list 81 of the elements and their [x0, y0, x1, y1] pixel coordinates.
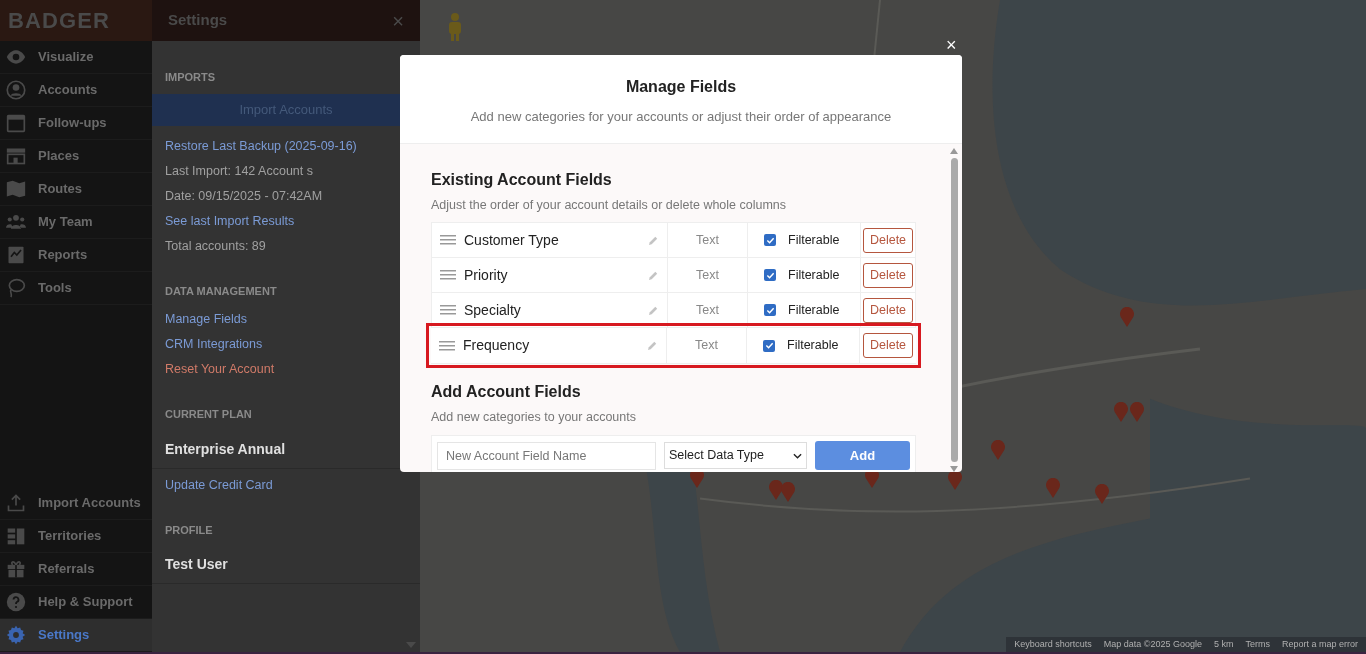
field-name: Customer Type	[464, 230, 560, 250]
filterable-label: Filterable	[788, 231, 840, 249]
field-type: Text	[668, 258, 748, 293]
section-heading: Add Account Fields	[431, 382, 582, 403]
reset-account-link[interactable]: Reset Your Account	[165, 357, 275, 382]
filterable-checkbox[interactable]	[764, 304, 776, 317]
drag-handle-icon[interactable]	[439, 340, 455, 351]
gift-icon	[6, 559, 26, 579]
attribution-text[interactable]: Report a map error	[1281, 637, 1358, 652]
team-icon	[6, 212, 26, 232]
filterable-label: Filterable	[788, 301, 840, 319]
filterable-label: Filterable	[787, 337, 839, 355]
nav-item[interactable]: Territories	[0, 520, 152, 553]
close-button[interactable]: ×	[392, 10, 404, 31]
section-heading: DATA MANAGEMENT	[165, 283, 278, 299]
pencil-icon[interactable]	[648, 234, 659, 246]
chevron-down-icon	[793, 452, 802, 459]
drag-handle-icon[interactable]	[440, 270, 456, 281]
pencil-icon[interactable]	[648, 304, 659, 316]
filterable-checkbox[interactable]	[764, 269, 776, 282]
delete-button[interactable]: Delete	[862, 297, 914, 323]
section-heading: Existing Account Fields	[431, 169, 613, 190]
import-info: Last Import: 142 Account s	[165, 162, 313, 180]
user-icon	[6, 80, 26, 100]
settings-link[interactable]: Manage Fields	[165, 307, 247, 332]
settings-icon	[6, 625, 26, 645]
field-name: Priority	[464, 265, 509, 285]
eye-icon	[6, 47, 26, 67]
field-type: Text	[668, 223, 748, 258]
nav-item[interactable]: Reports	[0, 239, 152, 272]
lasso-icon	[6, 278, 26, 298]
upload-icon	[6, 493, 26, 513]
field-name: Specialty	[464, 300, 522, 320]
attribution-text[interactable]: 5 km	[1213, 637, 1234, 652]
section-description: Adjust the order of your account details or delete whole columns	[431, 196, 788, 214]
attribution-text[interactable]: Terms	[1245, 637, 1270, 652]
store-icon	[6, 146, 26, 166]
field-type: Text	[667, 328, 747, 364]
drag-handle-icon[interactable]	[440, 305, 456, 316]
settings-link[interactable]: CRM Integrations	[165, 332, 263, 357]
settings-link[interactable]: See last Import Results	[165, 208, 295, 234]
delete-button[interactable]: Delete	[862, 333, 914, 359]
settings-title: Settings	[168, 10, 228, 31]
scrollbar[interactable]	[950, 147, 958, 472]
section-heading: IMPORTS	[165, 70, 217, 85]
section-heading: PROFILE	[165, 522, 214, 538]
import-info: Date: 09/15/2025 - 07:42AM	[165, 187, 323, 205]
add-button[interactable]: Add	[815, 441, 910, 470]
map-icon	[6, 179, 26, 199]
import-info: Total accounts: 89	[165, 237, 266, 255]
calendar-icon	[6, 113, 26, 133]
nav-item[interactable]: Visualize	[0, 41, 152, 74]
map-pin-icon[interactable]	[948, 470, 962, 490]
drag-handle-icon[interactable]	[440, 235, 456, 246]
nav-item[interactable]: Places	[0, 140, 152, 173]
nav-item[interactable]: Referrals	[0, 553, 152, 586]
nav-item[interactable]: Settings	[0, 619, 152, 652]
help-icon	[6, 592, 26, 612]
filterable-label: Filterable	[788, 266, 840, 284]
filterable-checkbox[interactable]	[763, 339, 775, 352]
pencil-icon[interactable]	[647, 340, 658, 352]
section-description: Add new categories to your accounts	[431, 409, 637, 427]
modal-close-button[interactable]: ×	[946, 36, 957, 54]
filterable-checkbox[interactable]	[764, 234, 776, 247]
data-type-select[interactable]: Select Data Type	[664, 442, 807, 469]
dialog-subtitle: Add new categories for your accounts or adjust their order of appearance	[470, 108, 892, 126]
settings-link[interactable]: Restore Last Backup (2025-09-16)	[165, 133, 357, 159]
logo: BADGER	[8, 7, 110, 35]
settings-link[interactable]: Update Credit Card	[165, 472, 273, 498]
attribution-text[interactable]: Map data ©2025 Google	[1103, 637, 1202, 652]
pencil-icon[interactable]	[648, 269, 659, 281]
dialog-title: Manage Fields	[625, 77, 737, 97]
field-name: Frequency	[463, 336, 531, 356]
section-heading: CURRENT PLAN	[165, 407, 253, 422]
chart-icon	[6, 245, 26, 265]
attribution-text[interactable]: Keyboard shortcuts	[1014, 637, 1092, 652]
field-name-input[interactable]: New Account Field Name	[437, 441, 656, 470]
grid-icon	[6, 526, 26, 546]
delete-button[interactable]: Delete	[862, 262, 914, 288]
nav-item[interactable]: Routes	[0, 173, 152, 206]
delete-button[interactable]: Delete	[862, 227, 914, 253]
